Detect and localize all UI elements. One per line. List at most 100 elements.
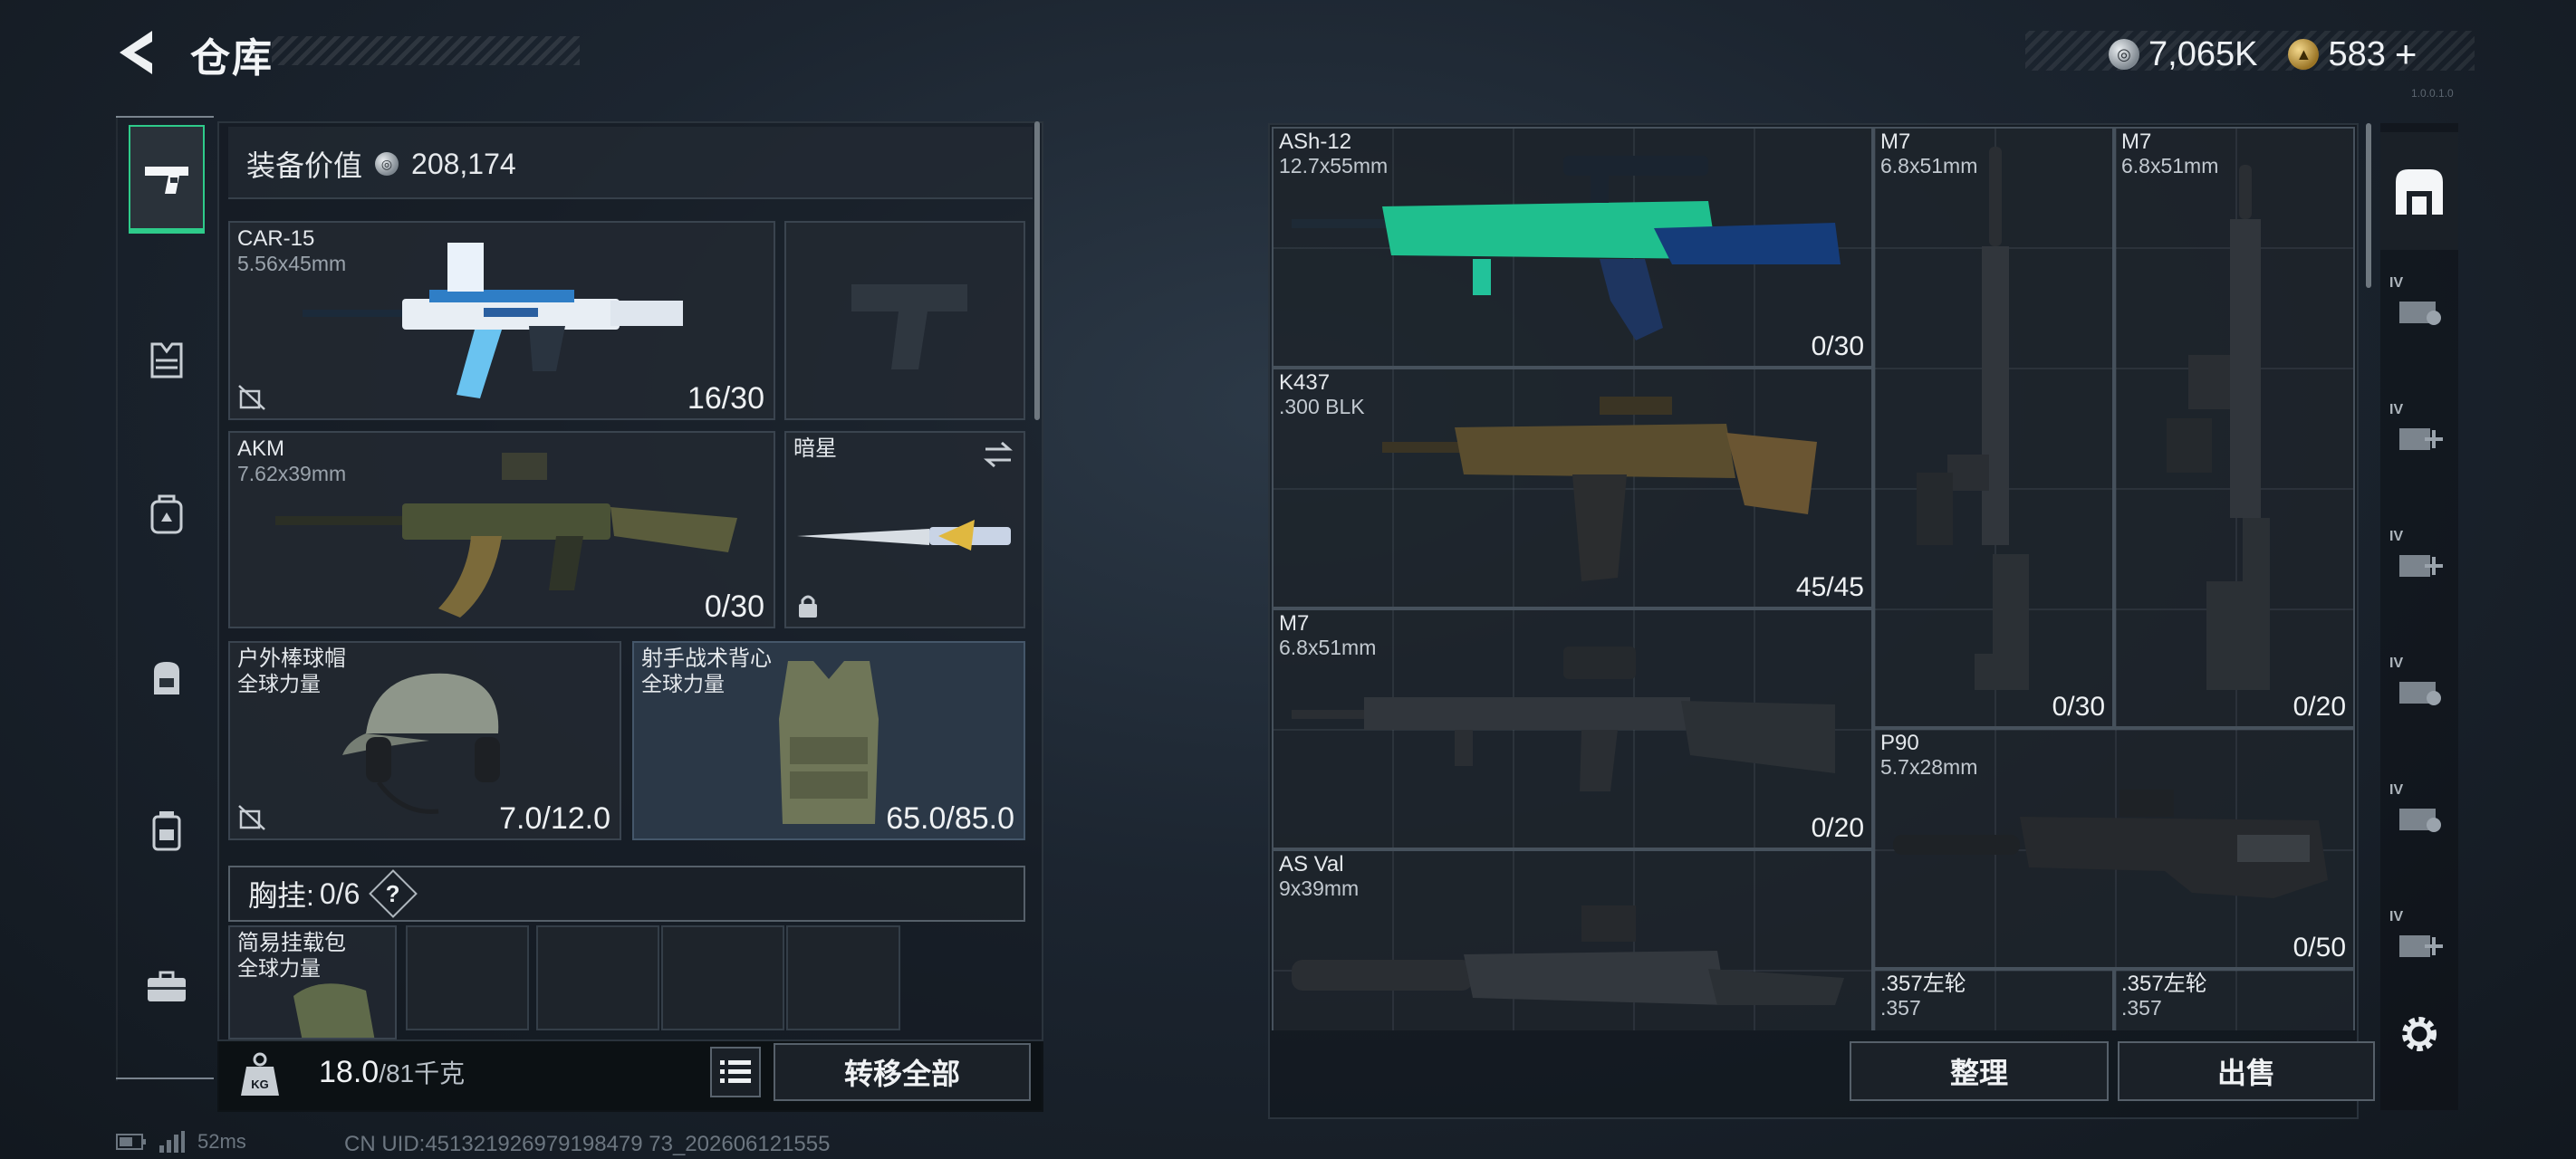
melee-slot[interactable]: 暗星 xyxy=(784,431,1025,628)
add-gold-button[interactable]: + xyxy=(2395,33,2417,76)
chest-rig-cell[interactable] xyxy=(406,925,529,1030)
storage-tab-lv4[interactable]: IV xyxy=(2380,884,2458,1001)
primary-weapon-slot[interactable]: CAR-15 5.56x45mm 16/30 xyxy=(228,221,775,420)
uid-text: CN UID:451321926979198479 73_20260612155… xyxy=(344,1132,831,1156)
akm-rifle-image xyxy=(275,453,737,618)
item-caliber: .300 BLK xyxy=(1279,395,1365,418)
m7-rifle-image xyxy=(1917,147,2029,690)
helmet-slot[interactable]: 户外棒球帽 全球力量 7.0/12.0 xyxy=(228,641,621,840)
help-icon: ? xyxy=(386,879,401,907)
item-name: P90 xyxy=(1880,731,1919,755)
lock-icon xyxy=(799,595,817,618)
storage-tab-lv4[interactable]: IV xyxy=(2380,377,2458,494)
item-name: M7 xyxy=(1279,611,1310,636)
storage-tab-lv4[interactable]: IV xyxy=(2380,757,2458,875)
nav-item-pouch[interactable] xyxy=(129,460,205,569)
k437-rifle-image xyxy=(1382,397,1817,581)
storage-tab-main[interactable] xyxy=(2380,132,2458,250)
storage-item[interactable]: .357左轮 .357 xyxy=(2114,969,2355,1030)
helmet-name: 户外棒球帽 xyxy=(237,647,346,671)
pouch-faction: 全球力量 xyxy=(237,956,321,980)
no-insure-icon xyxy=(238,805,265,830)
weight-icon: KG xyxy=(241,1052,279,1096)
weight-text: 18.0/81千克 xyxy=(319,1054,465,1090)
nav-item-toolbox[interactable] xyxy=(129,931,205,1039)
locked-storage-icon xyxy=(2399,809,2441,832)
chest-rig-row[interactable]: 胸挂: 0/6 ? xyxy=(228,866,1025,922)
large-backpack-icon xyxy=(152,811,181,851)
item-ammo: 0/20 xyxy=(2292,692,2346,722)
backpack-icon xyxy=(154,662,179,694)
nav-item-backpack[interactable] xyxy=(129,623,205,732)
equipment-scrollbar[interactable] xyxy=(1034,121,1040,420)
sell-button[interactable]: 出售 xyxy=(2118,1041,2375,1101)
storage-item[interactable]: AS Val 9x39mm xyxy=(1272,849,1873,1030)
storage-item[interactable]: M7 6.8x51mm 0/20 xyxy=(1272,608,1873,849)
armor-name: 射手战术背心 xyxy=(641,647,772,671)
left-nav xyxy=(116,116,214,1081)
status-bar: 52ms xyxy=(116,1130,246,1154)
storage-item[interactable]: ASh-12 12.7x55mm 0/30 xyxy=(1272,127,1873,368)
pistol-icon xyxy=(145,167,188,194)
nav-item-armor[interactable] xyxy=(129,306,205,415)
settings-button[interactable] xyxy=(2380,989,2458,1079)
storage-tab-lv4[interactable]: IV xyxy=(2380,250,2458,368)
gold-coin-icon: ▲ xyxy=(2288,39,2320,70)
list-view-button[interactable] xyxy=(710,1047,761,1097)
pouch-slot[interactable]: 简易挂载包 全球力量 xyxy=(228,925,397,1039)
title-stripe xyxy=(272,36,580,65)
storage-tab-lv4[interactable]: IV xyxy=(2380,503,2458,621)
storage-item[interactable]: K437 .300 BLK 45/45 xyxy=(1272,368,1873,608)
back-arrow-icon xyxy=(120,31,152,74)
gold-currency[interactable]: ▲ 583 + xyxy=(2288,33,2417,76)
currency-group: ◎ 7,065K ▲ 583 + xyxy=(2109,33,2417,76)
silver-coin-icon: ◎ xyxy=(2109,39,2139,70)
list-icon xyxy=(720,1060,751,1083)
helmet-faction: 全球力量 xyxy=(237,672,321,695)
item-name: M7 xyxy=(2121,129,2152,154)
item-name: AS Val xyxy=(1279,852,1344,876)
chest-rig-cell[interactable] xyxy=(786,925,900,1030)
item-ammo: 0/50 xyxy=(2292,933,2346,963)
storage-item[interactable]: P90 5.7x28mm 0/50 xyxy=(1873,728,2355,969)
storage-tab-lv4[interactable]: IV xyxy=(2380,630,2458,748)
level-label: IV xyxy=(2389,656,2404,671)
help-button[interactable]: ? xyxy=(369,869,418,918)
storage-item[interactable]: M7 6.8x51mm 0/30 xyxy=(1873,127,2114,728)
svg-text:KG: KG xyxy=(251,1078,269,1091)
item-name: M7 xyxy=(1880,129,1911,154)
ping-text: 52ms xyxy=(197,1130,246,1153)
transfer-all-button[interactable]: 转移全部 xyxy=(774,1043,1031,1101)
item-ammo: 0/30 xyxy=(1811,331,1864,361)
m7-rifle-image xyxy=(2167,165,2270,690)
equipment-value-label: 装备价值 xyxy=(246,149,363,182)
nav-item-large-backpack[interactable] xyxy=(129,777,205,886)
swap-icon[interactable] xyxy=(982,440,1014,469)
storage-scrollbar[interactable] xyxy=(2366,123,2371,288)
chest-rig-cell[interactable] xyxy=(661,925,784,1030)
sort-button[interactable]: 整理 xyxy=(1850,1041,2109,1101)
back-button[interactable] xyxy=(112,27,167,78)
signal-icon xyxy=(159,1131,185,1153)
baseball-cap-image xyxy=(342,673,500,814)
chest-rig-cell[interactable] xyxy=(536,925,659,1030)
nav-item-weapons[interactable] xyxy=(129,125,205,234)
storage-tabs: IV IV IV IV IV IV xyxy=(2380,123,2458,1110)
armor-slot[interactable]: 射手战术背心 全球力量 65.0/85.0 xyxy=(632,641,1025,840)
weight-max: /81千克 xyxy=(379,1059,466,1087)
pouch-image xyxy=(293,983,375,1038)
storage-item[interactable]: M7 6.8x51mm 0/20 xyxy=(2114,127,2355,728)
level-label: IV xyxy=(2389,782,2404,798)
item-ammo: 0/30 xyxy=(2052,692,2105,722)
storage-item[interactable]: .357左轮 .357 xyxy=(1873,969,2114,1030)
item-caliber: 5.7x28mm xyxy=(1880,755,1978,779)
locked-storage-icon xyxy=(2399,302,2441,325)
add-storage-icon xyxy=(2399,428,2443,450)
secondary-weapon-slot[interactable]: AKM 7.62x39mm 0/30 xyxy=(228,431,775,628)
sidearm-slot[interactable] xyxy=(784,221,1025,420)
pouch-name: 简易挂载包 xyxy=(237,931,346,955)
armor-faction: 全球力量 xyxy=(641,672,725,695)
add-storage-icon xyxy=(2399,555,2443,577)
item-name: K437 xyxy=(1279,370,1331,395)
primary-weapon-ammo: 16/30 xyxy=(687,381,764,416)
